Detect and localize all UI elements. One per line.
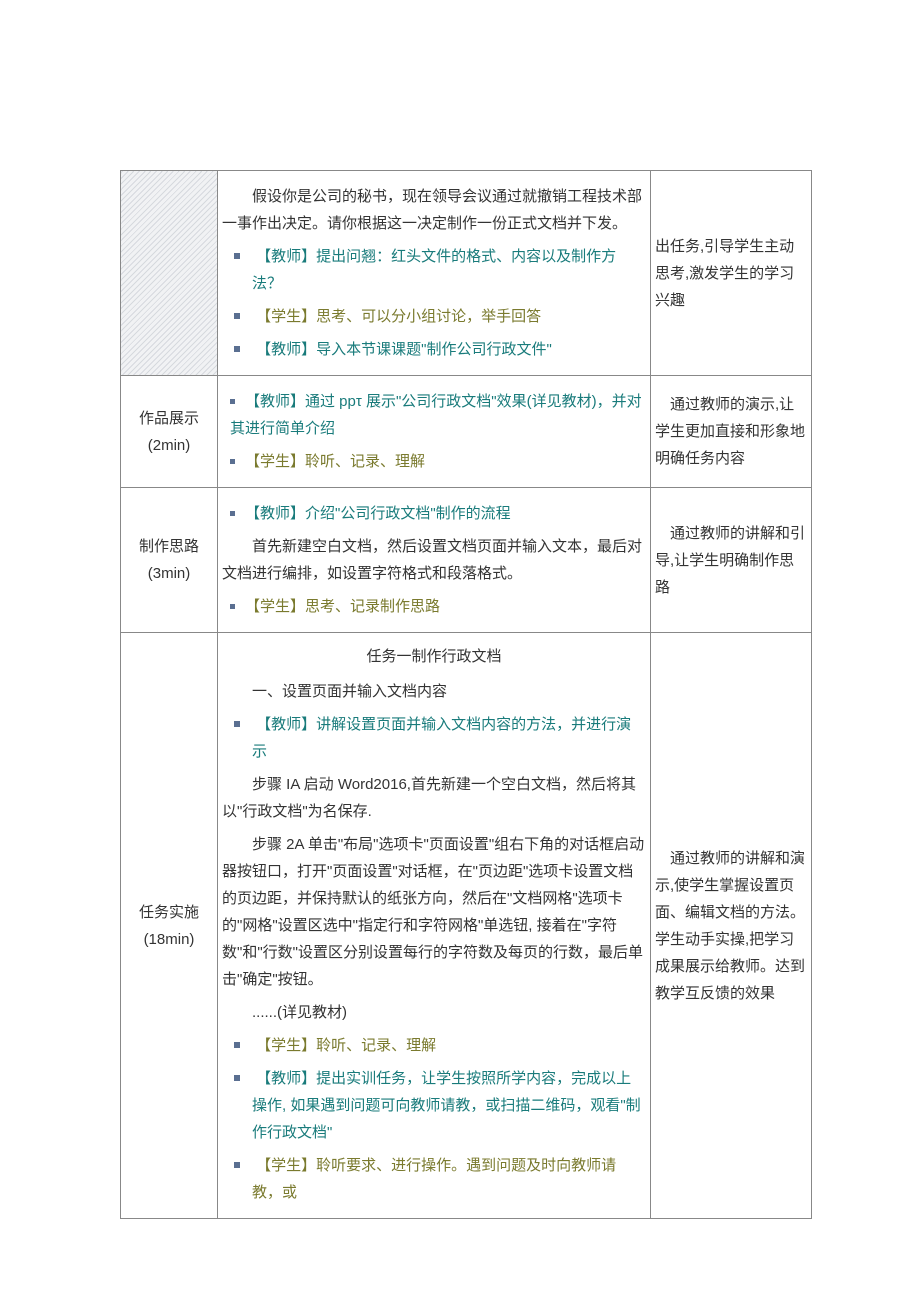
row3-p1: 步骤 IA 启动 Word2016,首先新建一个空白文档，然后将其以"行政文档"… [222,771,646,825]
row1-mid: 【教师】通过 ppτ 展示"公司行政文档"效果(详见教材)，并对其进行简单介绍 … [218,376,651,488]
row0-intro: 假设你是公司的秘书，现在领导会议通过就撤销工程技术部一事作出决定。请你根据这一决… [222,183,646,237]
table-row: 假设你是公司的秘书，现在领导会议通过就撤销工程技术部一事作出决定。请你根据这一决… [121,171,812,376]
row3-left-line2: (18min) [125,926,213,953]
row3-b1: 【教师】讲解设置页面并输入文档内容的方法，并进行演示 [222,711,646,765]
table-row: 作品展示 (2min) 【教师】通过 ppτ 展示"公司行政文档"效果(详见教材… [121,376,812,488]
row0-item-3-text: 【教师】导入本节课课题"制作公司行政文件" [256,341,552,358]
row1-left-line2: (2min) [125,432,213,459]
row0-mid: 假设你是公司的秘书，现在领导会议通过就撤销工程技术部一事作出决定。请你根据这一决… [218,171,651,376]
row3-title: 任务一制作行政文档 [222,643,646,670]
row2-bottom: 【学生】思考、记录制作思路 [222,593,646,620]
row1-b2: 【学生】聆听、记录、理解 [222,448,646,475]
row3-p2: 步骤 2A 单击"布局"选项卡"页面设置"组右下角的对话框启动器按钮口，打开"页… [222,831,646,993]
row2-left-line2: (3min) [125,560,213,587]
square-bullet-icon [230,399,235,404]
table-row: 制作思路 (3min) 【教师】介绍"公司行政文档"制作的流程 首先新建空白文档… [121,488,812,633]
square-bullet-icon [234,313,240,319]
row3-b4-text: 【学生】聆听要求、进行操作。遇到问题及时向教师请教，或 [252,1157,616,1201]
row3-sub: 一、设置页面并输入文档内容 [222,678,646,705]
row2-left: 制作思路 (3min) [121,488,218,633]
row0-left-hatched [121,171,218,376]
row1-b2-text: 【学生】聆听、记录、理解 [245,453,425,470]
row2-para: 首先新建空白文档，然后设置文档页面并输入文本，最后对文档进行编排，如设置字符格式… [222,533,646,587]
row3-mid: 任务一制作行政文档 一、设置页面并输入文档内容 【教师】讲解设置页面并输入文档内… [218,633,651,1219]
row2-mid: 【教师】介绍"公司行政文档"制作的流程 首先新建空白文档，然后设置文档页面并输入… [218,488,651,633]
row2-right-text: 通过教师的讲解和引导,让学生明确制作思路 [655,520,807,601]
row0-item-2: 【学生】思考、可以分小组讨论，举手回答 [222,303,646,330]
row1-b1: 【教师】通过 ppτ 展示"公司行政文档"效果(详见教材)，并对其进行简单介绍 [222,388,646,442]
row1-b1-text: 【教师】通过 ppτ 展示"公司行政文档"效果(详见教材)，并对其进行简单介绍 [230,393,642,437]
lesson-plan-table: 假设你是公司的秘书，现在领导会议通过就撤销工程技术部一事作出决定。请你根据这一决… [120,170,812,1219]
row3-b2-text: 【学生】聆听、记录、理解 [256,1037,436,1054]
row3-b2: 【学生】聆听、记录、理解 [222,1032,646,1059]
square-bullet-icon [230,604,235,609]
square-bullet-icon [230,459,235,464]
row0-item-2-text: 【学生】思考、可以分小组讨论，举手回答 [256,308,541,325]
row3-b3-text: 【教师】提出实训任务，让学生按照所学内容，完成以上操作, 如果遇到问题可向教师请… [252,1070,641,1141]
row3-right: 通过教师的讲解和演示,使学生掌握设置页面、编辑文档的方法。学生动手实操,把学习成… [651,633,812,1219]
row2-bottom-text: 【学生】思考、记录制作思路 [245,598,440,615]
row3-right-text: 通过教师的讲解和演示,使学生掌握设置页面、编辑文档的方法。学生动手实操,把学习成… [655,845,807,1007]
row1-left: 作品展示 (2min) [121,376,218,488]
row3-b1-text: 【教师】讲解设置页面并输入文档内容的方法，并进行演示 [252,716,631,760]
square-bullet-icon [234,721,240,727]
row3-b4: 【学生】聆听要求、进行操作。遇到问题及时向教师请教，或 [222,1152,646,1206]
square-bullet-icon [230,511,235,516]
row1-right-text: 通过教师的演示,让学生更加直接和形象地明确任务内容 [655,391,807,472]
row1-left-line1: 作品展示 [125,405,213,432]
row0-right: 出任务,引导学生主动思考,激发学生的学习兴趣 [651,171,812,376]
square-bullet-icon [234,1042,240,1048]
row2-left-line1: 制作思路 [125,533,213,560]
row3-left-line1: 任务实施 [125,899,213,926]
row2-top-text: 【教师】介绍"公司行政文档"制作的流程 [245,505,511,522]
square-bullet-icon [234,253,240,259]
square-bullet-icon [234,346,240,352]
square-bullet-icon [234,1075,240,1081]
table-row: 任务实施 (18min) 任务一制作行政文档 一、设置页面并输入文档内容 【教师… [121,633,812,1219]
row0-item-1-text: 【教师】提出问翘：红头文件的格式、内容以及制作方法？ [252,248,616,292]
row1-right: 通过教师的演示,让学生更加直接和形象地明确任务内容 [651,376,812,488]
row3-b3: 【教师】提出实训任务，让学生按照所学内容，完成以上操作, 如果遇到问题可向教师请… [222,1065,646,1146]
page: 假设你是公司的秘书，现在领导会议通过就撤销工程技术部一事作出决定。请你根据这一决… [0,0,920,1269]
row2-right: 通过教师的讲解和引导,让学生明确制作思路 [651,488,812,633]
row0-item-3: 【教师】导入本节课课题"制作公司行政文件" [222,336,646,363]
row3-p3: ......(详见教材) [222,999,646,1026]
row3-left: 任务实施 (18min) [121,633,218,1219]
row2-top: 【教师】介绍"公司行政文档"制作的流程 [222,500,646,527]
square-bullet-icon [234,1162,240,1168]
row0-item-1: 【教师】提出问翘：红头文件的格式、内容以及制作方法？ [222,243,646,297]
